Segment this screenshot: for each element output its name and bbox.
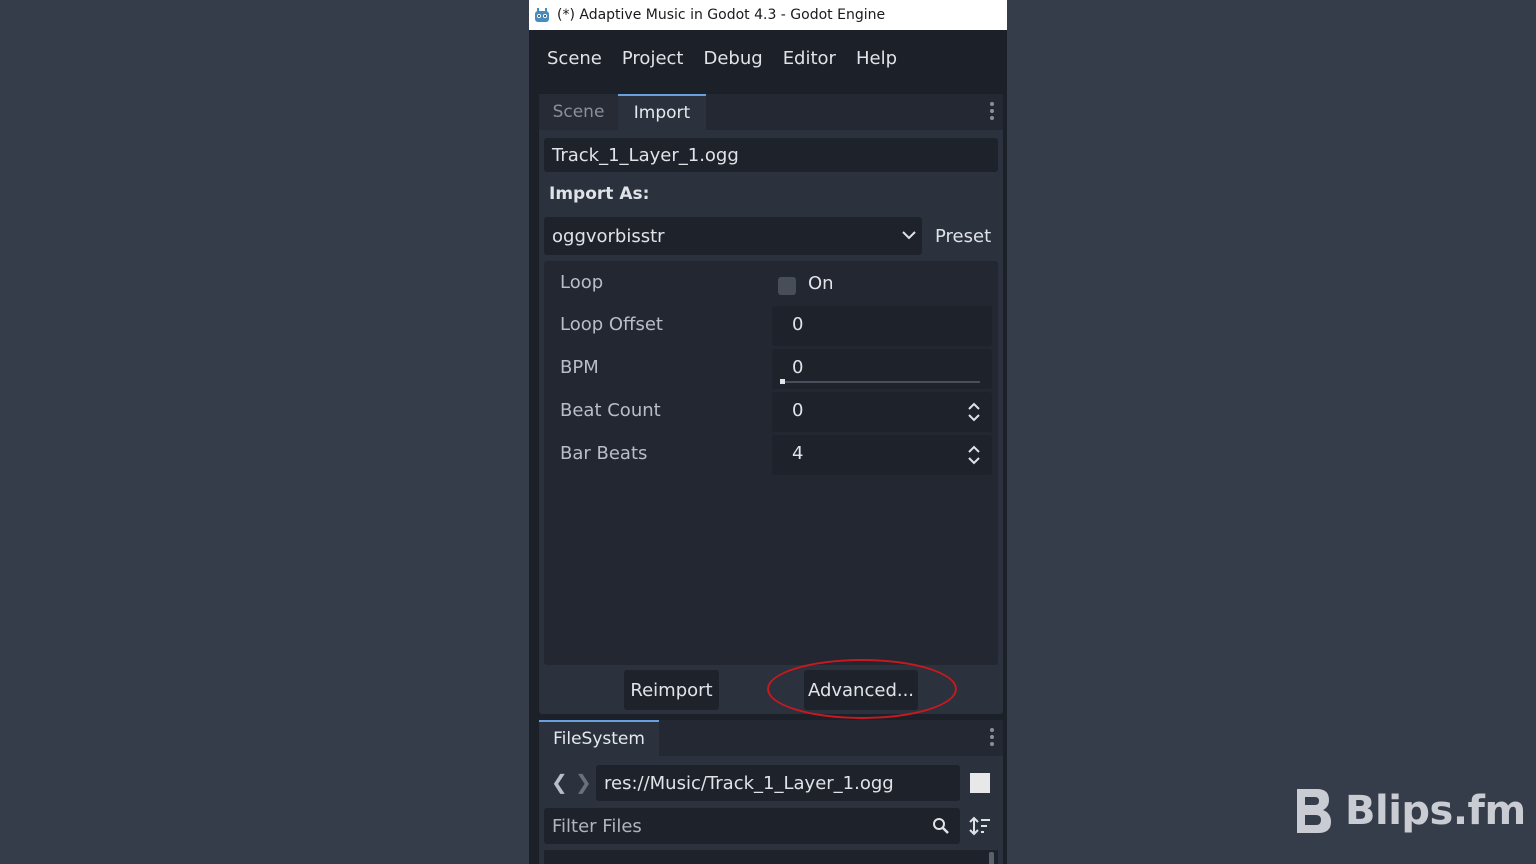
tab-scene[interactable]: Scene (539, 94, 618, 130)
loop-toggle[interactable]: On (772, 264, 992, 304)
bpm-slider-field[interactable]: 0 (772, 349, 992, 389)
property-row-loop: Loop On (544, 264, 998, 304)
sort-icon[interactable] (969, 816, 991, 836)
preset-button[interactable]: Preset (935, 226, 991, 247)
tab-import[interactable]: Import (618, 94, 706, 130)
bar-beats-spinbox[interactable]: 4 (772, 435, 992, 475)
import-file-name: Track_1_Layer_1.ogg (544, 138, 998, 172)
forward-arrow-icon[interactable]: ❯ (575, 770, 592, 794)
import-dock: Scene Import Track_1_Layer_1.ogg Import … (539, 94, 1003, 714)
file-tree-scrollbar[interactable] (989, 852, 994, 864)
spinbox-arrows-icon[interactable] (966, 402, 982, 422)
tab-filesystem[interactable]: FileSystem (539, 720, 659, 756)
bpm-slider-track[interactable] (780, 381, 980, 383)
filesystem-options-icon[interactable] (989, 728, 995, 746)
loop-checkbox[interactable] (778, 277, 796, 295)
checkbox-label: On (808, 273, 834, 294)
property-row-beat-count: Beat Count 0 (544, 392, 998, 432)
property-row-loop-offset: Loop Offset 0 (544, 306, 998, 346)
watermark: Blips.fm (1291, 785, 1526, 837)
filter-files-input[interactable]: Filter Files (544, 808, 960, 844)
beat-count-spinbox[interactable]: 0 (772, 392, 992, 432)
filesystem-tab-bar: FileSystem (539, 720, 1003, 756)
property-row-bar-beats: Bar Beats 4 (544, 435, 998, 475)
dock-tab-bar: Scene Import (539, 94, 1003, 130)
dock-options-icon[interactable] (989, 102, 995, 120)
file-tree[interactable] (544, 850, 998, 864)
window-titlebar: (*) Adaptive Music in Godot 4.3 - Godot … (529, 0, 1007, 30)
property-label: Bar Beats (560, 443, 648, 464)
import-properties-panel: Loop On Loop Offset 0 BPM 0 Beat Count 0… (544, 261, 998, 665)
back-arrow-icon[interactable]: ❮ (551, 770, 568, 794)
property-label: Beat Count (560, 400, 661, 421)
reimport-button[interactable]: Reimport (624, 670, 719, 710)
blips-logo-icon (1297, 789, 1331, 833)
annotation-circle (767, 659, 957, 719)
property-label: Loop Offset (560, 314, 663, 335)
menu-scene[interactable]: Scene (537, 42, 612, 75)
godot-editor-window: (*) Adaptive Music in Godot 4.3 - Godot … (529, 0, 1007, 864)
property-row-bpm: BPM 0 (544, 349, 998, 389)
importer-select[interactable]: oggvorbisstr (544, 217, 922, 255)
property-label: Loop (560, 272, 604, 293)
loop-offset-field[interactable]: 0 (772, 306, 992, 346)
field-value: 0 (792, 357, 804, 378)
field-value: 0 (792, 400, 804, 421)
menu-help[interactable]: Help (846, 42, 907, 75)
filesystem-path-field[interactable]: res://Music/Track_1_Layer_1.ogg (596, 765, 960, 801)
search-icon (933, 818, 949, 834)
menu-editor[interactable]: Editor (773, 42, 846, 75)
watermark-text: Blips.fm (1345, 788, 1526, 834)
split-mode-toggle-icon[interactable] (970, 773, 990, 793)
menu-project[interactable]: Project (612, 42, 694, 75)
menu-bar: Scene Project Debug Editor Help (529, 30, 1007, 86)
filesystem-dock: ❮ ❯ res://Music/Track_1_Layer_1.ogg Filt… (539, 756, 1003, 864)
spinbox-arrows-icon[interactable] (966, 445, 982, 465)
menu-debug[interactable]: Debug (693, 42, 772, 75)
window-title: (*) Adaptive Music in Godot 4.3 - Godot … (557, 7, 886, 23)
chevron-down-icon (902, 231, 916, 240)
field-value: 0 (792, 314, 804, 335)
field-value: 4 (792, 443, 804, 464)
property-label: BPM (560, 357, 599, 378)
filter-placeholder: Filter Files (552, 815, 642, 837)
godot-logo-icon (535, 8, 549, 22)
import-as-label: Import As: (549, 184, 650, 204)
importer-value: oggvorbisstr (552, 225, 665, 247)
bpm-slider-grabber[interactable] (780, 379, 785, 384)
